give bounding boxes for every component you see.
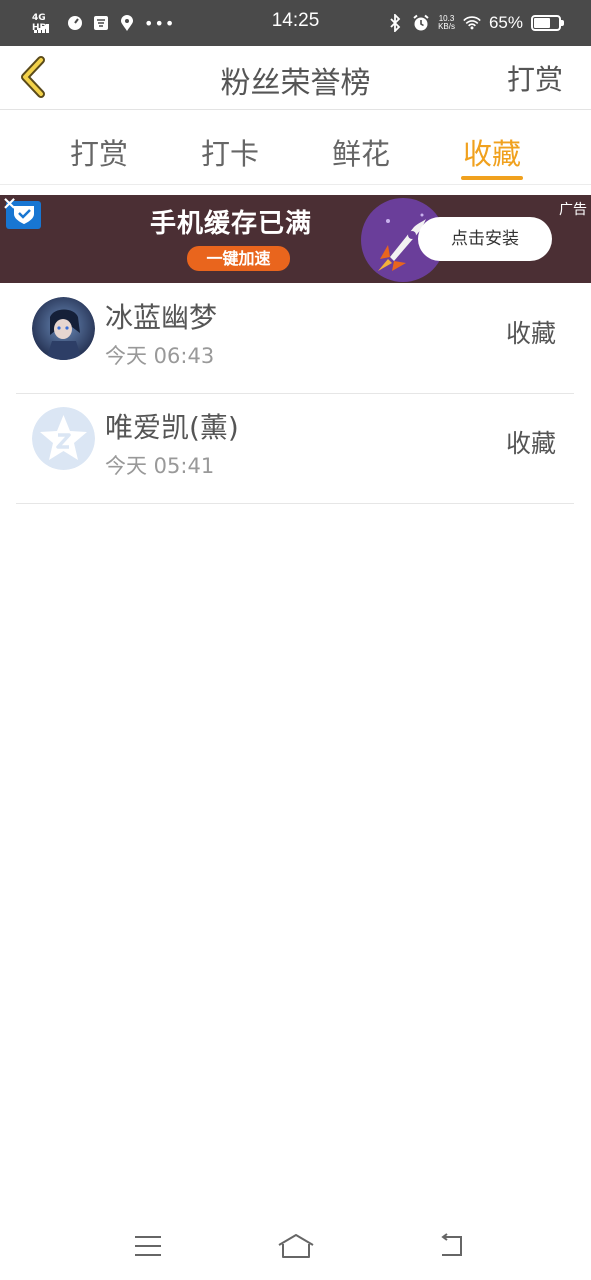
wifi-icon (463, 14, 481, 32)
battery-percent: 65% (488, 13, 523, 32)
system-nav-bar (0, 1218, 591, 1280)
ad-label: 广告 (559, 202, 587, 218)
favorites-list: 冰蓝幽梦 今天 06:43 收藏 唯爱凯(薰) 今天 05:41 收藏 (16, 284, 574, 504)
tab-label: 打赏 (69, 137, 128, 171)
fan-time: 今天 05:41 (105, 454, 215, 478)
tab-label: 打卡 (200, 137, 259, 171)
ad-close-button[interactable]: × (2, 195, 17, 213)
list-item[interactable]: 唯爱凯(薰) 今天 05:41 收藏 (16, 394, 574, 504)
back-arrow-icon (441, 1233, 462, 1256)
tab-label: 收藏 (462, 137, 521, 171)
battery-icon (531, 15, 564, 31)
ad-install-button[interactable]: 点击安装 (418, 217, 552, 261)
home-icon (278, 1234, 314, 1258)
ad-speedup-pill: 一键加速 (187, 246, 290, 271)
tab-label: 鲜花 (331, 137, 390, 171)
avatar (32, 407, 95, 470)
avatar (32, 297, 95, 360)
ad-banner[interactable]: × 手机缓存已满 一键加速 点击安装 广告 (0, 195, 591, 283)
tab-favorites[interactable]: 收藏 (461, 131, 523, 183)
battery-fill (534, 18, 550, 28)
alarm-icon (412, 14, 430, 32)
status-right: 10.3 KB/s 65% (386, 11, 564, 35)
tab-flowers[interactable]: 鲜花 (330, 131, 392, 183)
fan-action: 收藏 (505, 429, 556, 458)
speed-unit: KB/s (438, 22, 455, 31)
fan-action: 收藏 (505, 319, 556, 348)
active-tab-indicator (461, 176, 523, 180)
menu-button[interactable] (126, 1228, 170, 1264)
page-title: 粉丝荣誉榜 (220, 66, 371, 101)
list-item[interactable]: 冰蓝幽梦 今天 06:43 收藏 (16, 284, 574, 394)
tab-reward[interactable]: 打赏 (68, 131, 130, 183)
reward-button[interactable]: 打赏 (507, 58, 563, 98)
status-bar: 4G HD ••• 14:25 10.3 KB/s 65% (0, 0, 591, 46)
tab-bar: 打赏 打卡 鲜花 收藏 (0, 111, 591, 185)
fan-name: 唯爱凯(薰) (105, 411, 239, 444)
network-speed: 10.3 KB/s (438, 15, 455, 31)
home-button[interactable] (274, 1228, 318, 1264)
bluetooth-icon (386, 14, 404, 32)
fan-time: 今天 06:43 (105, 344, 215, 368)
tab-checkin[interactable]: 打卡 (199, 131, 261, 183)
ad-headline: 手机缓存已满 (150, 209, 313, 239)
nav-header: 粉丝荣誉榜 打赏 (0, 46, 591, 110)
fan-name: 冰蓝幽梦 (105, 301, 218, 334)
back-nav-button[interactable] (428, 1228, 472, 1264)
menu-icon (135, 1236, 161, 1256)
